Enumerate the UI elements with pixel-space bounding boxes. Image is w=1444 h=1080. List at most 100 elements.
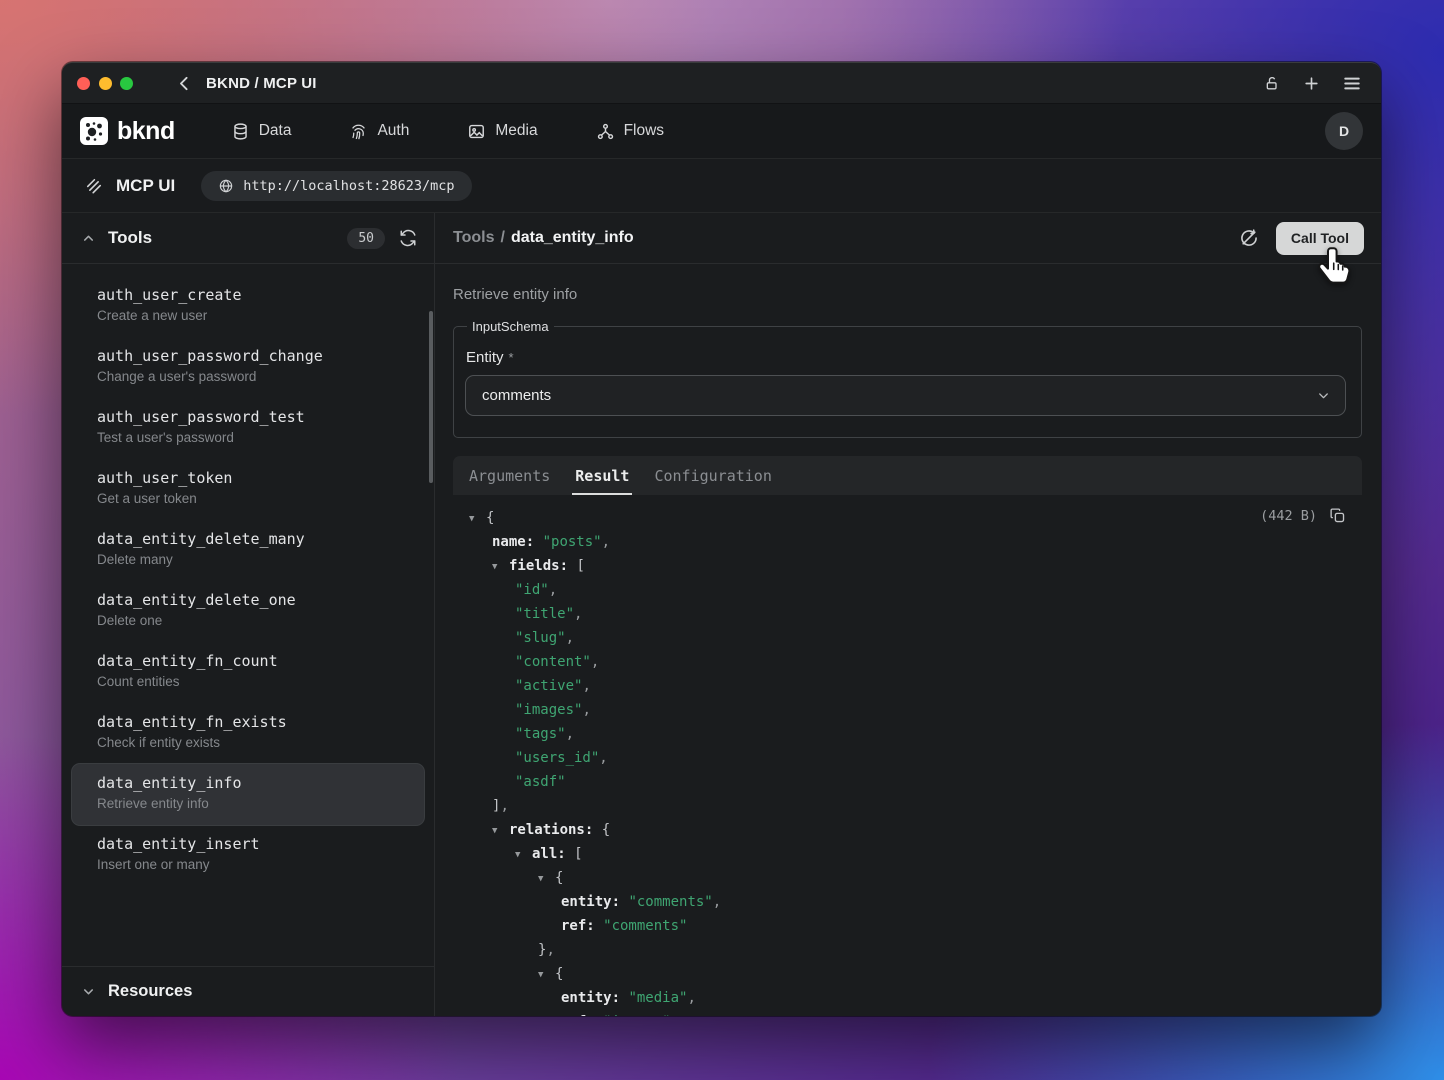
collapse-triangle-icon[interactable]: ▼ xyxy=(492,555,509,579)
tool-name: data_entity_fn_exists xyxy=(97,713,410,731)
tool-description-text: Retrieve entity info xyxy=(453,286,1362,303)
tool-name: auth_user_token xyxy=(97,469,410,487)
menu-button[interactable] xyxy=(1343,76,1361,91)
sidebar-tool-data_entity_delete_one[interactable]: data_entity_delete_one Delete one xyxy=(72,581,424,642)
database-icon xyxy=(231,122,250,141)
unlock-button[interactable] xyxy=(1264,75,1280,92)
tab-configuration[interactable]: Configuration xyxy=(654,456,771,495)
entity-select[interactable]: comments xyxy=(465,375,1346,416)
tool-detail-body: Retrieve entity info InputSchema Entity*… xyxy=(435,264,1381,1016)
sidebar-tool-auth_user_create[interactable]: auth_user_createCreate a new user xyxy=(72,276,424,337)
json-punctuation: { xyxy=(486,510,494,526)
json-key: all: xyxy=(532,846,566,862)
close-window-icon[interactable] xyxy=(77,77,90,90)
json-line: "tags", xyxy=(453,722,1362,746)
json-line: ▼relations: { xyxy=(453,818,1362,842)
breadcrumb-separator: / xyxy=(500,229,504,247)
tool-description: Count entities xyxy=(97,674,410,689)
layers-icon xyxy=(84,176,104,196)
sidebar-scrollbar[interactable] xyxy=(429,311,433,483)
tool-name: data_entity_delete_many xyxy=(97,530,410,548)
sidebar-tool-data_entity_fn_count[interactable]: data_entity_fn_countCount entities xyxy=(72,642,424,703)
resources-section-header[interactable]: Resources xyxy=(62,966,434,1016)
tool-description: Check if entity exists xyxy=(97,735,410,750)
tools-section-header[interactable]: Tools 50 xyxy=(62,213,434,264)
refresh-icon xyxy=(399,229,417,247)
sidebar-tool-auth_user_password_test[interactable]: auth_user_password_testTest a user's pas… xyxy=(72,398,424,459)
json-line: "users_id", xyxy=(453,746,1362,770)
tool-name: data_entity_delete_one xyxy=(97,591,410,609)
input-schema-fieldset: InputSchema Entity* comments xyxy=(453,319,1362,438)
collapse-triangle-icon[interactable]: ▼ xyxy=(469,507,486,531)
maximize-window-icon[interactable] xyxy=(120,77,133,90)
json-punctuation: , xyxy=(574,606,582,622)
chevron-down-icon xyxy=(1316,388,1331,403)
entity-select-value: comments xyxy=(482,387,551,404)
json-line: "slug", xyxy=(453,626,1362,650)
brand-name: bknd xyxy=(117,117,175,146)
chevron-down-icon xyxy=(81,984,96,999)
json-key: fields: xyxy=(509,558,568,574)
json-punctuation: [ xyxy=(568,558,585,574)
refresh-tools-button[interactable] xyxy=(399,229,417,247)
tab-arguments[interactable]: Arguments xyxy=(469,456,550,495)
sidebar-tool-data_entity_fn_exists[interactable]: data_entity_fn_exists Check if entity exi… xyxy=(72,703,424,764)
minimize-window-icon[interactable] xyxy=(99,77,112,90)
fingerprint-icon xyxy=(349,122,368,141)
json-punctuation: , xyxy=(582,678,590,694)
json-string-value: "title" xyxy=(515,606,574,622)
globe-icon xyxy=(218,178,234,194)
collapse-triangle-icon[interactable]: ▼ xyxy=(538,963,555,987)
sidebar-tool-data_entity_insert[interactable]: data_entity_insertInsert one or many xyxy=(72,825,424,886)
nav-label: Data xyxy=(259,122,292,140)
json-punctuation: { xyxy=(593,822,610,838)
mcp-url-pill[interactable]: http://localhost:28623/mcp xyxy=(201,171,471,201)
nav-item-media[interactable]: Media xyxy=(467,122,537,141)
mcp-toolbar: MCP UI http://localhost:28623/mcp xyxy=(62,159,1381,213)
json-punctuation: , xyxy=(582,702,590,718)
plus-icon xyxy=(1303,75,1320,92)
sidebar-tool-auth_user_password_change[interactable]: auth_user_password_changeChange a user's… xyxy=(72,337,424,398)
tool-name: auth_user_create xyxy=(97,286,410,304)
nav-label: Flows xyxy=(624,122,664,140)
collapse-triangle-icon[interactable]: ▼ xyxy=(538,867,555,891)
nav-item-flows[interactable]: Flows xyxy=(596,122,664,141)
brand-logo[interactable]: bknd xyxy=(80,117,175,146)
image-icon xyxy=(467,122,486,141)
json-line: "content", xyxy=(453,650,1362,674)
auto-refresh-off-button[interactable] xyxy=(1239,228,1259,248)
json-key: ref: xyxy=(561,1014,595,1016)
tool-description: Get a user token xyxy=(97,491,410,506)
sidebar-tool-data_entity_info[interactable]: data_entity_infoRetrieve entity info xyxy=(72,764,424,825)
result-tabbar: Arguments Result Configuration xyxy=(453,456,1362,495)
sidebar-tool-auth_user_token[interactable]: auth_user_token Get a user token xyxy=(72,459,424,520)
user-avatar[interactable]: D xyxy=(1325,112,1363,150)
window-titlebar: BKND / MCP UI xyxy=(62,63,1381,104)
new-tab-button[interactable] xyxy=(1303,75,1320,92)
json-string-value: "posts" xyxy=(534,534,601,550)
json-line: "asdf" xyxy=(453,770,1362,794)
collapse-triangle-icon[interactable]: ▼ xyxy=(492,819,509,843)
sidebar-tool-data_entity_delete_many[interactable]: data_entity_delete_many Delete many xyxy=(72,520,424,581)
json-line: ref: "comments" xyxy=(453,914,1362,938)
breadcrumb-section[interactable]: Tools xyxy=(453,229,494,247)
call-tool-button[interactable]: Call Tool xyxy=(1276,222,1364,255)
json-punctuation: , xyxy=(546,942,554,958)
json-line: ▼{ xyxy=(453,506,1362,530)
json-result-viewer: (442 B) ▼{name: "posts",▼fields: ["id","… xyxy=(453,506,1362,1016)
tool-description: Delete one xyxy=(97,613,410,628)
json-string-value: "slug" xyxy=(515,630,566,646)
collapse-triangle-icon[interactable]: ▼ xyxy=(515,843,532,867)
nav-item-auth[interactable]: Auth xyxy=(349,122,409,141)
json-punctuation: , xyxy=(500,798,508,814)
copy-result-button[interactable] xyxy=(1329,507,1346,524)
nav-item-data[interactable]: Data xyxy=(231,122,292,141)
tool-description: Insert one or many xyxy=(97,857,410,872)
tab-result[interactable]: Result xyxy=(575,456,629,495)
json-punctuation: , xyxy=(713,894,721,910)
json-string-value: "media" xyxy=(620,990,687,1006)
input-schema-legend: InputSchema xyxy=(467,319,554,334)
back-button[interactable] xyxy=(176,75,193,92)
json-key: entity: xyxy=(561,990,620,1006)
tool-description: Delete many xyxy=(97,552,410,567)
